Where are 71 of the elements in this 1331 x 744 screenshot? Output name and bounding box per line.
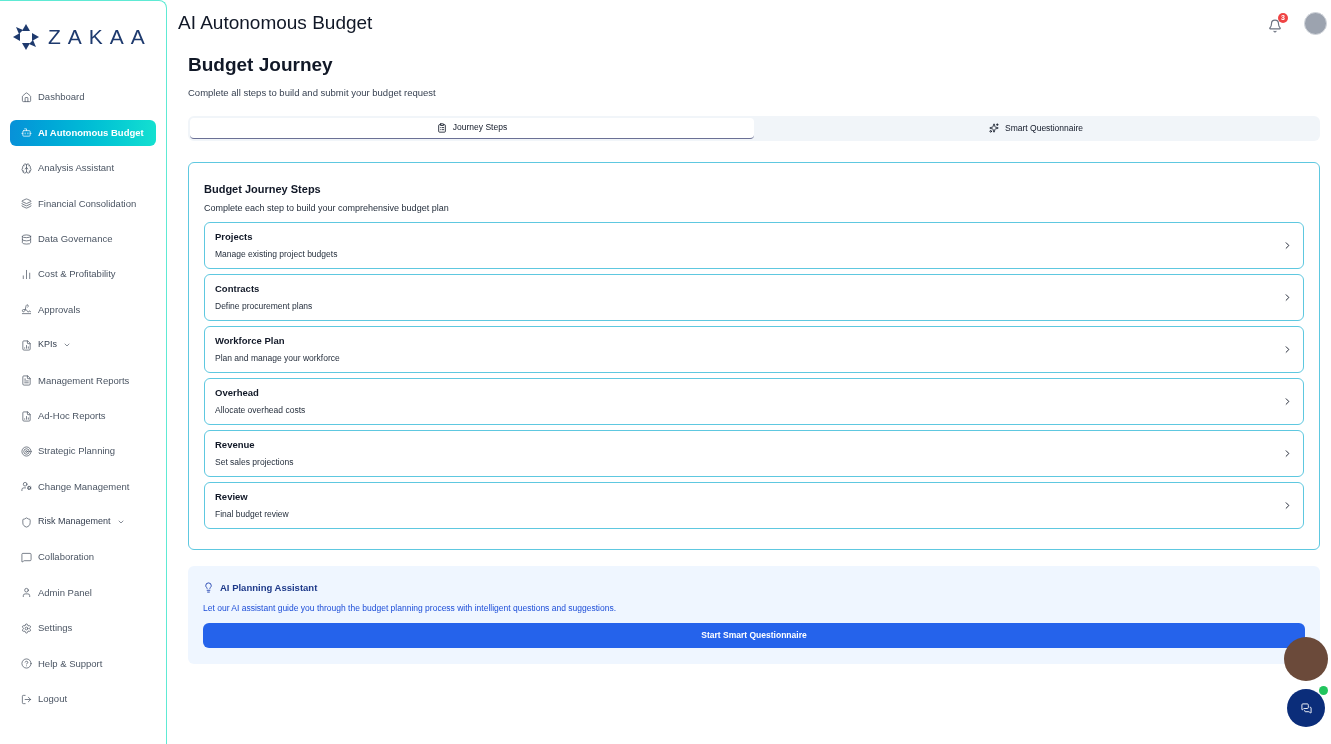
brand-name: ZAKAA <box>48 24 152 50</box>
step-row[interactable]: Overhead Allocate overhead costs <box>204 377 1304 425</box>
target-icon <box>21 445 32 457</box>
step-description: Manage existing project budgets <box>215 248 338 261</box>
robot-icon <box>21 127 32 139</box>
step-description: Final budget review <box>215 508 289 521</box>
file-chart-icon <box>21 410 32 422</box>
step-title: Revenue <box>215 437 256 452</box>
help-icon <box>21 658 32 670</box>
logout-icon <box>21 693 32 705</box>
chat-icon <box>21 552 32 564</box>
step-description: Set sales projections <box>215 456 294 469</box>
home-icon <box>21 92 32 103</box>
sidebar-item[interactable]: Analysis Assistant <box>10 155 156 182</box>
step-row[interactable]: Projects Manage existing project budgets <box>204 221 1304 269</box>
chat-button[interactable] <box>1287 689 1325 727</box>
user-gear-icon <box>21 481 32 493</box>
chat-icon <box>1300 702 1312 714</box>
document-icon <box>21 375 32 387</box>
sidebar-item[interactable]: Collaboration <box>10 544 156 571</box>
tab[interactable]: Journey Steps <box>190 117 754 139</box>
sidebar-item[interactable]: Logout <box>10 686 156 713</box>
sidebar-item[interactable]: Strategic Planning <box>10 438 156 465</box>
chart-icon <box>21 268 32 280</box>
clipboard-icon <box>436 122 447 133</box>
app-title: AI Autonomous Budget <box>178 10 373 35</box>
step-description: Define procurement plans <box>215 300 313 313</box>
page-subtitle: Complete all steps to build and submit your budget request <box>188 85 437 100</box>
page-title: Budget Journey <box>188 53 334 77</box>
step-row[interactable]: Contracts Define procurement plans <box>204 273 1304 321</box>
layers-icon <box>21 198 32 210</box>
sidebar-item[interactable]: KPIs <box>10 332 156 359</box>
assistant-title: AI Planning Assistant <box>220 580 318 595</box>
step-description: Allocate overhead costs <box>215 404 306 417</box>
sidebar-item[interactable]: Financial Consolidation <box>10 190 156 217</box>
brain-icon <box>21 162 32 174</box>
assistant-description: Let our AI assistant guide you through the budget planning process with intelligent questions and suggestions. <box>203 602 617 615</box>
database-icon <box>21 233 32 245</box>
user-icon <box>21 587 32 599</box>
sidebar-item[interactable]: Cost & Profitability <box>10 261 156 288</box>
step-title: Contracts <box>215 281 261 296</box>
sidebar-item[interactable]: Data Governance <box>10 226 156 253</box>
sidebar-item[interactable]: Admin Panel <box>10 579 156 606</box>
tab[interactable]: Smart Questionnaire <box>754 117 1318 139</box>
sidebar-item[interactable]: Settings <box>10 615 156 642</box>
step-row[interactable]: Review Final budget review <box>204 481 1304 529</box>
sparkle-icon <box>989 123 999 134</box>
assistant-avatar[interactable] <box>1284 637 1328 681</box>
start-questionnaire-button[interactable]: Start Smart Questionnaire <box>203 622 1305 648</box>
logo-icon <box>12 22 40 51</box>
step-title: Workforce Plan <box>215 333 286 348</box>
sidebar-item[interactable]: Approvals <box>10 296 156 323</box>
lightbulb-icon <box>203 582 214 594</box>
sidebar-item[interactable]: Change Management <box>10 473 156 500</box>
step-title: Overhead <box>215 385 260 400</box>
sidebar-item[interactable]: Dashboard <box>10 84 156 111</box>
sidebar-item[interactable]: Help & Support <box>10 650 156 677</box>
sidebar-item[interactable]: Risk Management <box>10 509 156 536</box>
step-description: Plan and manage your workforce <box>215 352 340 365</box>
step-title: Projects <box>215 229 254 244</box>
step-row[interactable]: Workforce Plan Plan and manage your workforce <box>204 325 1304 373</box>
step-row[interactable]: Revenue Set sales projections <box>204 429 1304 477</box>
sidebar-item[interactable]: Ad-Hoc Reports <box>10 403 156 429</box>
sidebar-item[interactable]: Management Reports <box>10 367 156 394</box>
file-chart-icon <box>21 339 32 351</box>
step-title: Review <box>215 489 249 504</box>
shield-icon <box>21 516 32 528</box>
signature-icon <box>21 304 32 316</box>
card-title: Budget Journey Steps <box>204 181 322 197</box>
card-subtitle: Complete each step to build your comprehensive budget plan <box>204 202 450 216</box>
settings-icon <box>21 622 32 634</box>
